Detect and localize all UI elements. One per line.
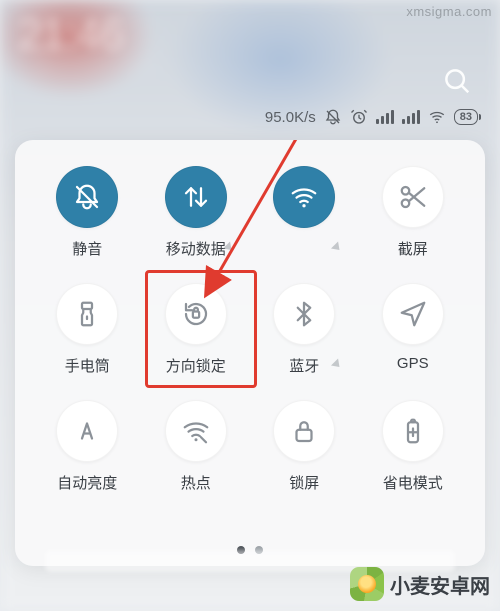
battery-indicator: 83 — [454, 109, 478, 125]
tile-wifi[interactable] — [250, 166, 359, 259]
net-speed: 95.0K/s — [265, 109, 316, 126]
status-bar: 95.0K/s 83 — [265, 108, 478, 126]
search-button[interactable] — [442, 66, 472, 96]
tile-label: 截屏 — [398, 238, 428, 259]
tile-mobile-data[interactable]: 移动数据 — [142, 166, 251, 259]
alarm-icon — [350, 108, 368, 126]
dnd-icon — [324, 108, 342, 126]
tile-hotspot[interactable]: 热点 — [142, 400, 251, 493]
tile-mute[interactable]: 静音 — [33, 166, 142, 259]
watermark-bottom: 小麦安卓网 — [350, 567, 490, 601]
tile-label: 手电筒 — [65, 355, 110, 376]
tile-label: 蓝牙 — [289, 355, 319, 376]
tile-label: 移动数据 — [166, 238, 226, 259]
watermark-top: xmsigma.com — [406, 4, 492, 19]
tile-label: 锁屏 — [289, 472, 319, 493]
quick-settings-panel: 静音 移动数据 截屏 手电筒 方向锁定 蓝牙 — [15, 140, 485, 566]
wifi-status-icon — [428, 108, 446, 126]
tile-lock-screen[interactable]: 锁屏 — [250, 400, 359, 493]
lock-clock-blur: 21:46 — [18, 10, 123, 60]
expand-indicator-icon — [331, 241, 343, 253]
tile-gps[interactable]: GPS — [359, 283, 468, 376]
tile-label: GPS — [397, 355, 429, 372]
lock-icon — [289, 416, 319, 446]
signal-2-icon — [402, 110, 420, 124]
auto-brightness-icon — [72, 416, 102, 446]
flashlight-icon — [72, 299, 102, 329]
signal-1-icon — [376, 110, 394, 124]
navigation-icon — [398, 299, 428, 329]
tile-bluetooth[interactable]: 蓝牙 — [250, 283, 359, 376]
tile-rotation-lock[interactable]: 方向锁定 — [142, 283, 251, 376]
wifi-icon — [289, 182, 319, 212]
bell-off-icon — [72, 182, 102, 212]
tile-screenshot[interactable]: 截屏 — [359, 166, 468, 259]
scissors-icon — [398, 182, 428, 212]
tile-label: 热点 — [181, 472, 211, 493]
rotation-lock-icon — [181, 299, 211, 329]
watermark-logo-icon — [350, 567, 384, 601]
hotspot-icon — [181, 416, 211, 446]
expand-indicator-icon — [331, 358, 343, 370]
tile-label: 省电模式 — [383, 472, 443, 493]
tile-auto-brightness[interactable]: 自动亮度 — [33, 400, 142, 493]
bluetooth-icon — [289, 299, 319, 329]
tile-flashlight[interactable]: 手电筒 — [33, 283, 142, 376]
tile-label: 静音 — [72, 238, 102, 259]
tile-battery-saver[interactable]: 省电模式 — [359, 400, 468, 493]
tile-label: 自动亮度 — [57, 472, 117, 493]
data-arrows-icon — [181, 182, 211, 212]
battery-plus-icon — [398, 416, 428, 446]
tile-label: 方向锁定 — [166, 355, 226, 376]
